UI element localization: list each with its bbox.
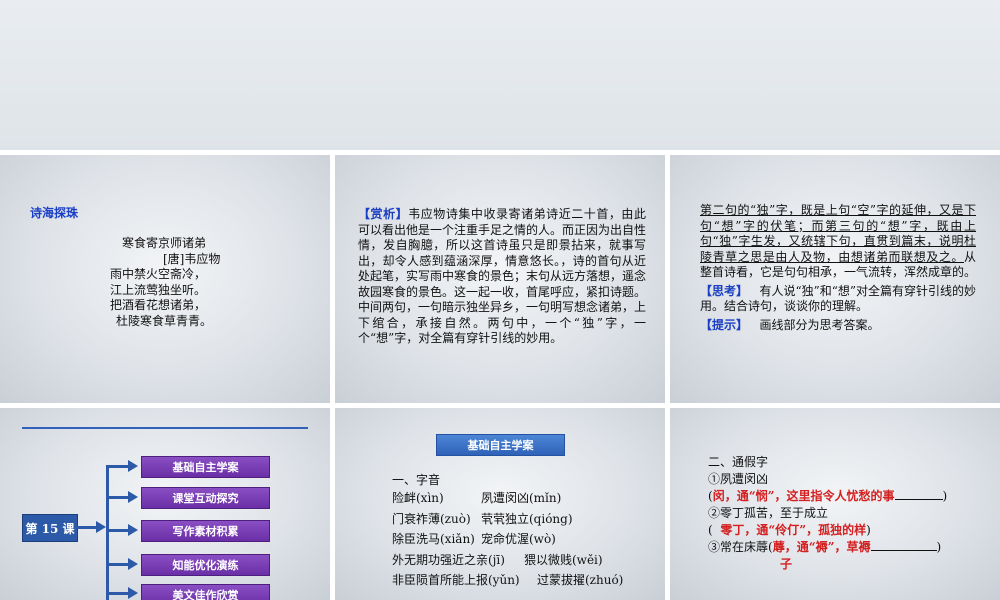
arrow-right-icon <box>96 521 106 533</box>
vocab-row: 险衅(xìn) 夙遭闵凶(mǐn) <box>392 491 562 505</box>
underlined-answer: 第二句的“独”字，既是上句“空”字的延伸，又是下句“想”字的伏笔；而第三句的“想… <box>700 203 976 264</box>
poem-line: 杜陵寒食草青青。 <box>116 313 213 328</box>
arrow-right-icon <box>128 558 138 570</box>
answer-line: (闵，通“悯”，这里指令人忧愁的事) <box>708 489 948 503</box>
poem-author: [唐]韦应物 <box>163 251 221 266</box>
vocab-row: 非臣陨首所能上报(yǔn) 过蒙拔擢(zhuó) <box>392 573 624 587</box>
vocab-row: 除臣洗马(xiǎn) 宠命优渥(wò) <box>392 532 556 546</box>
slide-appreciation[interactable]: 【赏析】韦应物诗集中收录寄诸弟诗近二十首，由此可以看出他是一个注重手足之情的人。… <box>335 155 665 403</box>
divider <box>22 427 308 429</box>
slide-lesson-menu[interactable]: 第 15 课 基础自主学案 课堂互动探究 写作素材积累 知能优化演练 美文佳作欣… <box>0 408 330 600</box>
arrow-right-icon <box>128 460 138 472</box>
menu-item-appreciation[interactable]: 美文佳作欣赏 <box>141 584 270 600</box>
menu-item-basic-study[interactable]: 基础自主学案 <box>141 456 270 478</box>
section-title: 诗海探珠 <box>30 206 79 220</box>
menu-item-writing[interactable]: 写作素材积累 <box>141 520 270 542</box>
connector <box>106 465 130 468</box>
answer-text: 闵，通“悯”，这里指令人忧愁的事 <box>712 489 895 503</box>
blank-top-area <box>0 0 1000 150</box>
slide-pronunciation[interactable]: 基础自主学案 一、字音 险衅(xìn) 夙遭闵凶(mǐn) 门衰祚薄(zuò) 茕茕… <box>335 408 665 600</box>
menu-item-practice[interactable]: 知能优化演练 <box>141 554 270 576</box>
connector <box>106 529 130 532</box>
connector <box>106 592 130 595</box>
poem-block: 寒食寄京师诸弟 [唐]韦应物 雨中禁火空斋冷， 江上流莺独坐听。 把酒看花想诸弟… <box>108 236 220 329</box>
vocab-list: 一、字音 险衅(xìn) 夙遭闵凶(mǐn) 门衰祚薄(zuò) 茕茕独立(qión… <box>392 472 623 591</box>
answer-text: 零丁，通“伶仃”，孤独的样 <box>720 523 867 537</box>
answer-text: 蓐，通“褥”，草褥 <box>772 540 871 554</box>
slide-loan-characters[interactable]: 二、通假字 ①夙遭闵凶 (闵，通“悯”，这里指令人忧愁的事) ②零丁孤苦，至于成… <box>670 408 1000 600</box>
slide-thinking[interactable]: 第二句的“独”字，既是上句“空”字的延伸，又是下句“想”字的伏笔；而第三句的“想… <box>670 155 1000 403</box>
connector <box>76 526 96 529</box>
item-label: ③常在床蓐 <box>708 540 769 554</box>
item-label: ①夙遭闵凶 <box>708 472 769 486</box>
appreciation-tag: 【赏析】 <box>358 207 409 221</box>
poem-line: 把酒看花想诸弟， <box>110 298 207 312</box>
appreciation-paragraph: 【赏析】韦应物诗集中收录寄诸弟诗近二十首，由此可以看出他是一个注重手足之情的人。… <box>358 207 646 347</box>
item-label: ②零丁孤苦，至于成立 <box>708 506 829 520</box>
vocab-row: 门衰祚薄(zuò) 茕茕独立(qióng) <box>392 511 573 526</box>
connector <box>106 496 130 499</box>
poem-title: 寒食寄京师诸弟 <box>122 236 207 250</box>
arrow-right-icon <box>128 491 138 503</box>
poem-line: 雨中禁火空斋冷， <box>110 267 207 281</box>
analysis-block: 第二句的“独”字，既是上句“空”字的延伸，又是下句“想”字的伏笔；而第三句的“想… <box>700 203 976 333</box>
vocab-row: 外无期功强近之亲(jī) 猥以微贱(wěi) <box>392 552 603 567</box>
section-heading: 一、字音 <box>392 473 441 487</box>
answer-line: ③常在床蓐(蓐，通“褥”，草褥) <box>708 540 942 554</box>
lesson-label: 第 15 课 <box>22 514 78 542</box>
slide-header: 基础自主学案 <box>436 434 565 456</box>
answer-continuation: 子 <box>780 557 793 571</box>
arrow-right-icon <box>128 587 138 599</box>
connector <box>106 465 109 600</box>
poem-line: 江上流莺独坐听。 <box>110 282 207 297</box>
section-heading: 二、通假字 <box>708 455 769 469</box>
think-tag: 【思考】 <box>700 283 749 298</box>
connector <box>106 563 130 566</box>
appreciation-text: 韦应物诗集中收录寄诸弟诗近二十首，由此可以看出他是一个注重手足之情的人。而正因为… <box>358 207 647 345</box>
loan-char-list: 二、通假字 ①夙遭闵凶 (闵，通“悯”，这里指令人忧愁的事) ②零丁孤苦，至于成… <box>708 454 947 573</box>
arrow-right-icon <box>128 524 138 536</box>
menu-item-classroom[interactable]: 课堂互动探究 <box>141 487 270 509</box>
hint-text: 画线部分为思考答案。 <box>759 317 880 332</box>
hint-tag: 【提示】 <box>700 317 749 332</box>
answer-line: ( 零丁，通“伶仃”，孤独的样) <box>708 523 871 537</box>
slide-poem[interactable]: 诗海探珠 寒食寄京师诸弟 [唐]韦应物 雨中禁火空斋冷， 江上流莺独坐听。 把酒… <box>0 155 330 403</box>
